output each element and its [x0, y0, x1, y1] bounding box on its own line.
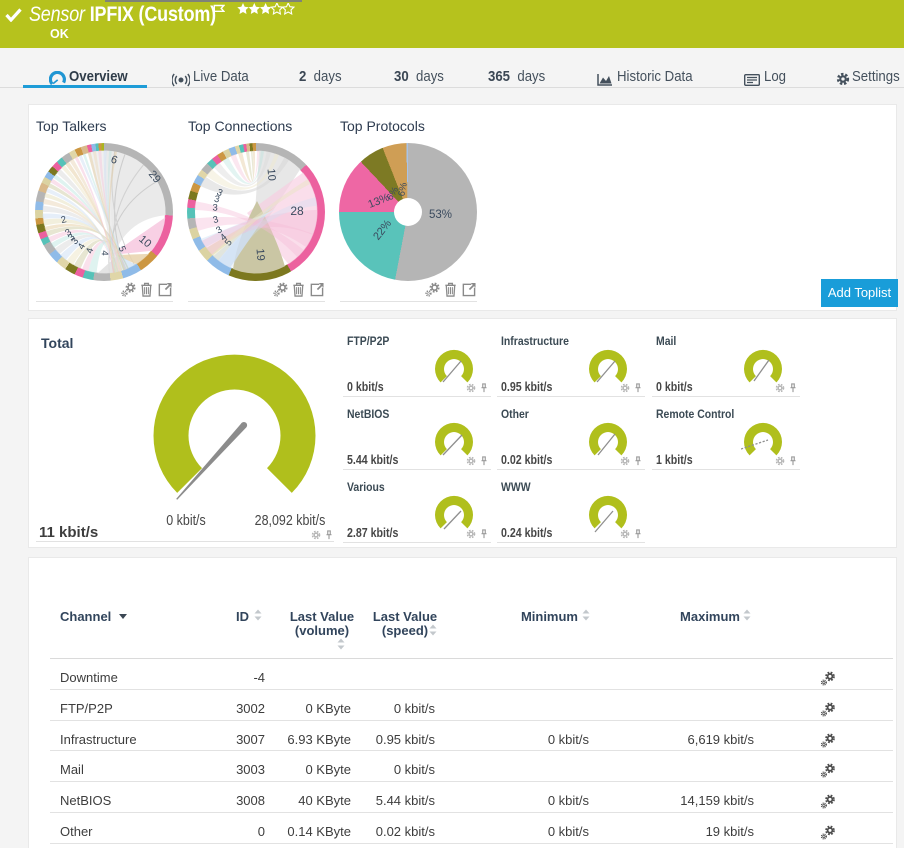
svg-text:10: 10	[264, 168, 277, 181]
svg-text:19: 19	[253, 248, 266, 261]
svg-text:53%: 53%	[429, 209, 452, 221]
svg-text:3: 3	[212, 202, 218, 213]
svg-text:4: 4	[99, 250, 110, 256]
svg-text:28: 28	[290, 204, 304, 218]
svg-text:22%: 22%	[371, 218, 394, 243]
svg-text:6%: 6%	[396, 181, 410, 197]
